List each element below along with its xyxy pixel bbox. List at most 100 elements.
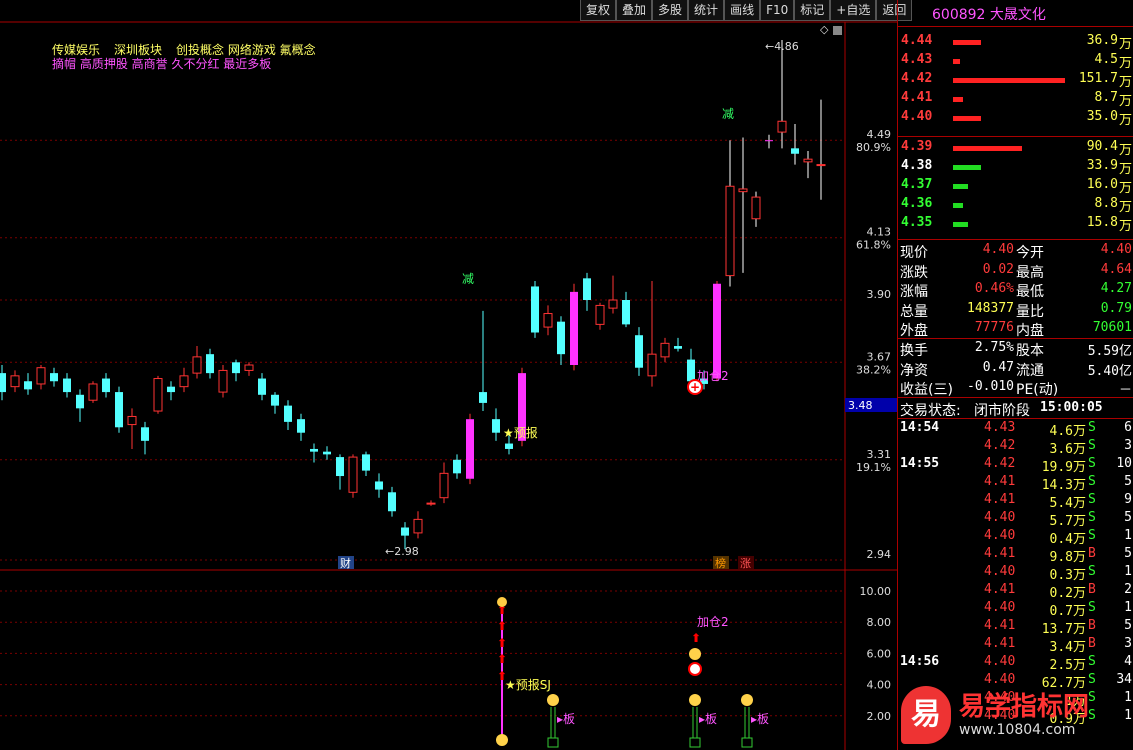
stat-label: 涨幅 xyxy=(900,284,928,301)
bid-row[interactable]: 4.35 15.8 万 xyxy=(898,215,1133,234)
candle-body xyxy=(50,373,58,382)
candle-body xyxy=(479,392,487,403)
book-price: 4.39 xyxy=(901,139,933,154)
low-price-label: ←2.98 xyxy=(385,545,419,558)
tick-side: B xyxy=(1088,636,1096,651)
concept-tag[interactable]: 摘帽 高质押股 高商誉 久不分红 最近多板 xyxy=(52,57,271,71)
candle-body xyxy=(348,456,358,493)
candle-body xyxy=(258,378,266,395)
tick-side: S xyxy=(1088,654,1096,669)
volume-bar xyxy=(953,165,981,170)
sub-yubao: ★预报SJ xyxy=(505,677,551,692)
yubao-marker: ★预报 xyxy=(503,425,538,440)
book-unit: 万 xyxy=(1118,143,1132,158)
bang-badge-label: 榜 xyxy=(715,556,726,570)
ask-row[interactable]: 4.41 8.7 万 xyxy=(898,90,1133,109)
bid-row[interactable]: 4.38 33.9 万 xyxy=(898,158,1133,177)
candle-body xyxy=(127,415,137,426)
price-axis-label: 2.94 xyxy=(867,548,892,561)
candle-body xyxy=(179,375,189,388)
tick-price: 4.41 xyxy=(984,582,1016,597)
candle-body xyxy=(531,286,539,333)
tick-count: 10 xyxy=(1116,456,1132,471)
candle-body xyxy=(36,367,46,385)
high-price-label: ←4.86 xyxy=(765,40,799,53)
ask-row[interactable]: 4.43 4.5 万 xyxy=(898,52,1133,71)
ask-row[interactable]: 4.42 151.7 万 xyxy=(898,71,1133,90)
current-price-label: 3.48 xyxy=(848,399,873,412)
tick-row: 4.40 5.7万 S 5 xyxy=(898,510,1133,529)
stat-row: 外盘 77776 内盘 70601 xyxy=(898,320,1133,339)
tick-side: S xyxy=(1088,474,1096,489)
tick-count: 9 xyxy=(1124,492,1132,507)
stat-label: 涨跌 xyxy=(900,264,928,281)
book-price: 4.42 xyxy=(901,71,933,86)
candle-body xyxy=(622,300,630,325)
stat-row: 现价 4.40 今开 4.40 xyxy=(898,242,1133,261)
volume-bar xyxy=(953,40,981,45)
tick-count: 5 xyxy=(1124,510,1132,525)
book-unit: 万 xyxy=(1118,200,1132,215)
stat-row: 净资 0.47 流通 5.40亿 xyxy=(898,360,1133,379)
book-volume: 151.7 xyxy=(1078,71,1118,86)
bid-row[interactable]: 4.36 8.8 万 xyxy=(898,196,1133,215)
trade-status: 交易状态: 闭市阶段 15:00:05 xyxy=(900,400,1103,419)
tick-row: 14:54 4.43 4.6万 S 6 xyxy=(898,420,1133,439)
volume-bar xyxy=(953,146,1022,151)
sub-jiacang: 加仓2 xyxy=(697,615,729,629)
stat-row: 收益(三) -0.010 PE(动) － xyxy=(898,379,1133,398)
moneybag-icon xyxy=(496,734,508,746)
kline-chart[interactable]: 4.4980.9% 4.1361.8% 3.90 3.6738.2% 3.3119.1%… xyxy=(0,0,897,750)
watermark: 易 易学指标网 www.10804.com xyxy=(897,678,1133,750)
tick-volume: 19.9万 xyxy=(1041,460,1086,475)
tick-volume: 13.7万 xyxy=(1041,622,1086,637)
volume-bar xyxy=(953,222,968,227)
tick-volume: 5.7万 xyxy=(1049,514,1086,529)
price-axis-label: 3.31 xyxy=(867,448,892,461)
tick-side: S xyxy=(1088,420,1096,435)
volume-bar xyxy=(953,59,960,64)
tick-side: S xyxy=(1088,600,1096,615)
price-axis-pct: 61.8% xyxy=(856,239,891,252)
tick-price: 4.40 xyxy=(984,564,1016,579)
tick-price: 4.41 xyxy=(984,474,1016,489)
candle-body xyxy=(284,405,292,422)
tick-volume: 0.7万 xyxy=(1049,604,1086,619)
tick-volume: 5.4万 xyxy=(1049,496,1086,511)
bid-row[interactable]: 4.37 16.0 万 xyxy=(898,177,1133,196)
stat-value: -0.010 xyxy=(967,379,1014,395)
tick-side: S xyxy=(1088,456,1096,471)
ban-box xyxy=(741,737,753,748)
tick-row: 4.40 0.4万 S 1 xyxy=(898,528,1133,547)
moneybag-icon xyxy=(689,694,701,706)
diamond-icon: ◇ xyxy=(820,23,829,36)
tick-count: 1 xyxy=(1124,564,1132,579)
candle-body xyxy=(218,369,228,393)
stat-value: 2.75% xyxy=(974,340,1014,355)
book-volume: 36.9 xyxy=(1086,33,1118,48)
ask-row[interactable]: 4.40 35.0 万 xyxy=(898,109,1133,128)
tick-price: 4.41 xyxy=(984,618,1016,633)
candle-body xyxy=(660,342,670,358)
bid-row[interactable]: 4.39 90.4 万 xyxy=(898,139,1133,158)
candle-body xyxy=(439,472,449,499)
stat-label: 最低 xyxy=(1016,284,1044,301)
ask-row[interactable]: 4.44 36.9 万 xyxy=(898,33,1133,52)
tick-volume: 14.3万 xyxy=(1041,478,1086,493)
book-unit: 万 xyxy=(1118,113,1132,128)
candle-body xyxy=(232,362,240,374)
sub-axis-label: 2.00 xyxy=(867,710,892,723)
candle-body xyxy=(0,373,6,393)
book-unit: 万 xyxy=(1118,94,1132,109)
candle-body xyxy=(751,196,761,220)
stat-value: 70601 xyxy=(1092,320,1132,336)
candle-body xyxy=(505,443,513,449)
candle-body xyxy=(557,321,565,355)
tick-volume: 0.2万 xyxy=(1049,586,1086,601)
tick-side: B xyxy=(1088,546,1096,561)
candle-body xyxy=(426,502,436,505)
book-volume: 90.4 xyxy=(1086,139,1118,154)
stat-value: － xyxy=(1118,383,1132,399)
plus-icon xyxy=(688,662,702,676)
sub-axis-label: 4.00 xyxy=(867,679,892,692)
